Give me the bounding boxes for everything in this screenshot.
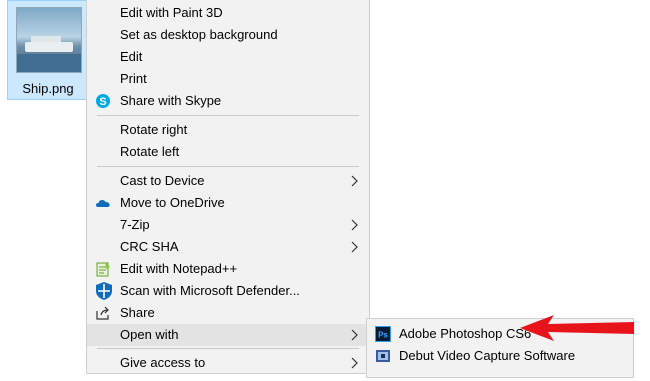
menu-item-edit[interactable]: Edit [87, 46, 369, 68]
menu-separator [97, 348, 359, 349]
menu-item-cast-to-device[interactable]: Cast to Device [87, 170, 369, 192]
image-thumbnail [16, 7, 82, 73]
chevron-right-icon [349, 236, 359, 258]
chevron-right-icon [349, 324, 359, 346]
menu-item-edit-with-paint-3d[interactable]: Edit with Paint 3D [87, 2, 369, 24]
menu-item-print[interactable]: Print [87, 68, 369, 90]
notepad-plus-plus-icon [95, 261, 111, 277]
menu-separator [97, 115, 359, 116]
defender-shield-icon [94, 281, 114, 301]
menu-separator [97, 166, 359, 167]
submenu-item-debut-video-capture[interactable]: Debut Video Capture Software [367, 345, 633, 367]
menu-item-give-access-to[interactable]: Give access to [87, 352, 369, 374]
skype-icon: S [95, 93, 111, 109]
annotation-arrow-icon [520, 315, 634, 341]
menu-item-share[interactable]: Share [87, 302, 369, 324]
chevron-right-icon [349, 214, 359, 236]
menu-item-7-zip[interactable]: 7-Zip [87, 214, 369, 236]
svg-text:Ps: Ps [378, 331, 388, 340]
desktop-file-ship[interactable]: Ship.png [7, 0, 89, 100]
context-menu: Edit with Paint 3D Set as desktop backgr… [86, 0, 370, 374]
menu-item-rotate-left[interactable]: Rotate left [87, 141, 369, 163]
menu-item-crc-sha[interactable]: CRC SHA [87, 236, 369, 258]
menu-item-share-with-skype[interactable]: S Share with Skype [87, 90, 369, 112]
menu-item-move-to-onedrive[interactable]: Move to OneDrive [87, 192, 369, 214]
file-name-label: Ship.png [22, 81, 74, 96]
menu-item-open-with[interactable]: Open with [87, 324, 369, 346]
menu-item-scan-with-microsoft-defender[interactable]: Scan with Microsoft Defender... [87, 280, 369, 302]
menu-item-rotate-right[interactable]: Rotate right [87, 119, 369, 141]
svg-text:S: S [99, 96, 106, 108]
share-icon [95, 305, 111, 321]
menu-item-set-as-desktop-background[interactable]: Set as desktop background [87, 24, 369, 46]
chevron-right-icon [349, 352, 359, 374]
onedrive-icon [95, 195, 111, 211]
chevron-right-icon [349, 170, 359, 192]
menu-item-edit-with-notepad-plus-plus[interactable]: Edit with Notepad++ [87, 258, 369, 280]
debut-icon [375, 348, 391, 364]
photoshop-icon: Ps [375, 326, 391, 342]
